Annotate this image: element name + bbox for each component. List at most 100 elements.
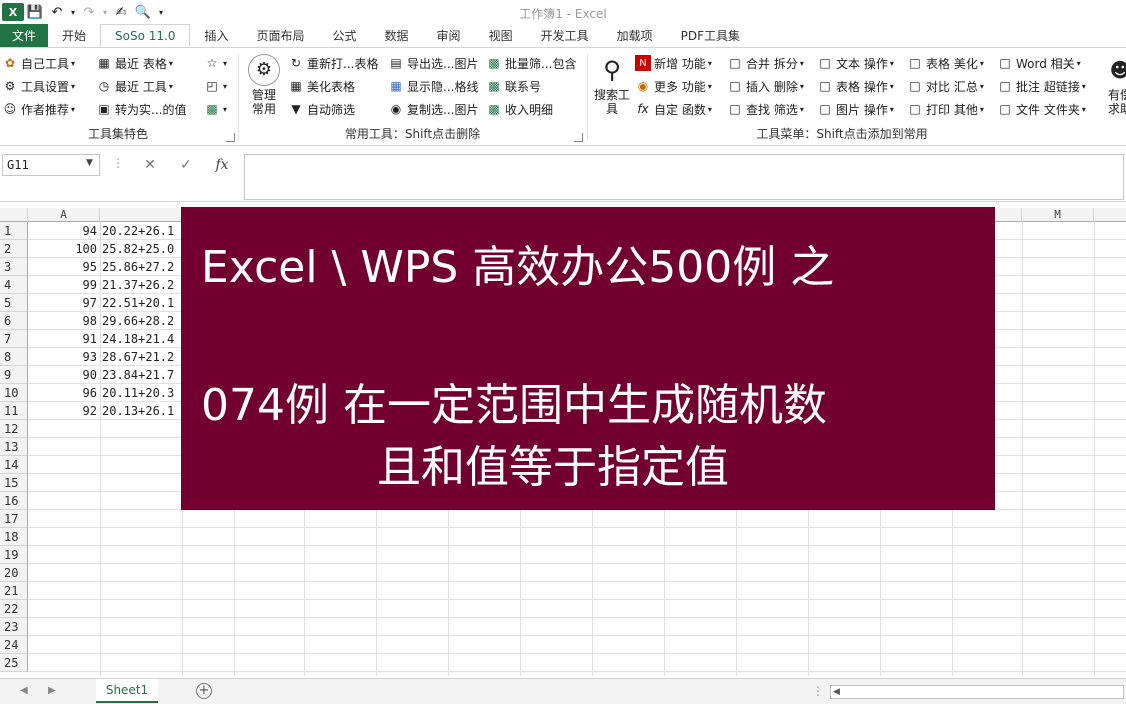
row-header[interactable]: 22	[0, 600, 28, 618]
formula-input[interactable]	[244, 154, 1124, 200]
recent-tools-button[interactable]: ◷ 最近 工具 ▾	[96, 75, 173, 97]
cell-a[interactable]: 93	[28, 348, 99, 366]
cell-a[interactable]: 98	[28, 312, 99, 330]
auto-filter-button[interactable]: ▼ 自动筛选	[288, 98, 355, 120]
group-launcher-icon[interactable]	[574, 133, 583, 142]
beautify-table-button[interactable]: ▦ 美化表格	[288, 75, 355, 97]
tab-developer[interactable]: 开发工具	[527, 24, 603, 47]
insert-function-icon[interactable]: fx	[204, 157, 240, 173]
text-ops-button[interactable]: □ 文本 操作 ▾	[817, 52, 894, 74]
tab-page-layout[interactable]: 页面布局	[243, 24, 319, 47]
cell-b[interactable]: 22.51+20.1	[100, 294, 182, 312]
column-header-a[interactable]: A	[28, 208, 100, 222]
find-filter-button[interactable]: □ 查找 筛选 ▾	[727, 98, 804, 120]
excel-logo-icon[interactable]: X	[2, 3, 24, 21]
row-header[interactable]: 1	[0, 222, 28, 240]
comment-hyperlink-button[interactable]: □ 批注 超链接 ▾	[997, 75, 1086, 97]
cell-a[interactable]: 99	[28, 276, 99, 294]
row-header[interactable]: 23	[0, 618, 28, 636]
cell-b[interactable]: 25.82+25.0	[100, 240, 182, 258]
row-header[interactable]: 17	[0, 510, 28, 528]
cell-a[interactable]: 90	[28, 366, 99, 384]
cell-a[interactable]: 95	[28, 258, 99, 276]
new-feature-button[interactable]: N 新增 功能 ▾	[635, 52, 712, 74]
more-features-button[interactable]: ◉ 更多 功能 ▾	[635, 75, 712, 97]
row-header[interactable]: 8	[0, 348, 28, 366]
recent-tables-button[interactable]: ▦ 最近 表格 ▾	[96, 52, 173, 74]
image-ops-button[interactable]: □ 图片 操作 ▾	[817, 98, 894, 120]
undo-dropdown-icon[interactable]: ▾	[68, 0, 78, 24]
cell-b[interactable]: 20.22+26.1	[100, 222, 182, 240]
contact-number-button[interactable]: ▩ 联系号	[486, 75, 541, 97]
row-header[interactable]: 18	[0, 528, 28, 546]
tool-settings-button[interactable]: ⚙ 工具设置 ▾	[2, 75, 75, 97]
custom-function-button[interactable]: fx 自定 函数 ▾	[635, 98, 712, 120]
insert-delete-button[interactable]: □ 插入 删除 ▾	[727, 75, 804, 97]
my-tools-button[interactable]: ✿ 自己工具 ▾	[2, 52, 75, 74]
tab-insert[interactable]: 插入	[190, 24, 242, 47]
next-sheet-icon[interactable]: ▶	[48, 685, 56, 696]
tab-home[interactable]: 开始	[48, 24, 100, 47]
cell-b[interactable]: 21.37+26.2	[100, 276, 182, 294]
cell-a[interactable]: 94	[28, 222, 99, 240]
column-header[interactable]	[100, 208, 182, 222]
scroll-left-icon[interactable]: ◀	[833, 687, 840, 697]
merge-split-button[interactable]: □ 合并 拆分 ▾	[727, 52, 804, 74]
author-recommend-button[interactable]: ☺ 作者推荐 ▾	[2, 98, 75, 120]
customize-icon[interactable]: ▾	[154, 0, 168, 24]
compare-summary-button[interactable]: □ 对比 汇总 ▾	[907, 75, 984, 97]
row-header[interactable]: 4	[0, 276, 28, 294]
print-preview-icon[interactable]: 🔍	[132, 0, 154, 24]
touch-icon[interactable]: ✍	[110, 0, 132, 24]
cell-b[interactable]: 28.67+21.2	[100, 348, 182, 366]
row-header[interactable]: 25	[0, 654, 28, 672]
row-header[interactable]: 5	[0, 294, 28, 312]
row-header[interactable]: 11	[0, 402, 28, 420]
cell-b[interactable]: 20.13+26.1	[100, 402, 182, 420]
row-header[interactable]: 12	[0, 420, 28, 438]
word-related-button[interactable]: □ Word 相关 ▾	[997, 52, 1080, 74]
column-header-m[interactable]: M	[1022, 208, 1094, 222]
print-other-button[interactable]: □ 打印 其他 ▾	[907, 98, 984, 120]
column-header[interactable]	[1094, 208, 1126, 222]
tab-formulas[interactable]: 公式	[319, 24, 371, 47]
batch-filter-button[interactable]: ▩ 批量筛...包含	[486, 52, 576, 74]
star-tool-button[interactable]: ☆ ▾	[204, 52, 227, 74]
tab-file[interactable]: 文件	[0, 24, 49, 47]
tab-pdf-tools[interactable]: PDF工具集	[667, 24, 754, 47]
cell-b[interactable]: 29.66+28.2	[100, 312, 182, 330]
cell-b[interactable]: 24.18+21.4	[100, 330, 182, 348]
cell-a[interactable]: 100	[28, 240, 99, 258]
tab-addins[interactable]: 加载项	[603, 24, 667, 47]
cell-b[interactable]: 25.86+27.2	[100, 258, 182, 276]
excel-tool-button[interactable]: ▩ ▾	[204, 98, 227, 120]
row-header[interactable]: 14	[0, 456, 28, 474]
sheet-tab-sheet1[interactable]: Sheet1	[96, 679, 158, 703]
undo-icon[interactable]: ↶	[46, 0, 68, 24]
chevron-down-icon[interactable]: ▼	[86, 158, 93, 168]
redo-dropdown-icon[interactable]: ▾	[100, 0, 110, 24]
cell-a[interactable]: 97	[28, 294, 99, 312]
income-detail-button[interactable]: ▩ 收入明细	[486, 98, 553, 120]
table-ops-button[interactable]: □ 表格 操作 ▾	[817, 75, 894, 97]
tab-soso[interactable]: SoSo 11.0	[100, 24, 191, 47]
paid-help-button[interactable]: ☻ 有偿求助	[1100, 54, 1126, 116]
tab-review[interactable]: 审阅	[423, 24, 475, 47]
save-icon[interactable]: 💾	[24, 0, 46, 24]
row-header[interactable]: 13	[0, 438, 28, 456]
search-tools-button[interactable]: ⚲ 搜索工 具	[591, 54, 633, 116]
export-image-button[interactable]: ▤ 导出选...图片	[388, 52, 478, 74]
table-beautify-button[interactable]: □ 表格 美化 ▾	[907, 52, 984, 74]
show-gridlines-button[interactable]: ▦ 显示隐...格线	[388, 75, 478, 97]
enter-icon[interactable]: ✓	[168, 157, 204, 173]
row-header[interactable]: 24	[0, 636, 28, 654]
cell-b[interactable]: 20.11+20.3	[100, 384, 182, 402]
convert-to-value-button[interactable]: ▣ 转为实...的值	[96, 98, 186, 120]
cell-a[interactable]: 92	[28, 402, 99, 420]
cell-b[interactable]: 23.84+21.7	[100, 366, 182, 384]
tab-data[interactable]: 数据	[371, 24, 423, 47]
select-tool-button[interactable]: ◰ ▾	[204, 75, 227, 97]
row-header[interactable]: 19	[0, 546, 28, 564]
prev-sheet-icon[interactable]: ◀	[20, 685, 28, 696]
row-header[interactable]: 7	[0, 330, 28, 348]
